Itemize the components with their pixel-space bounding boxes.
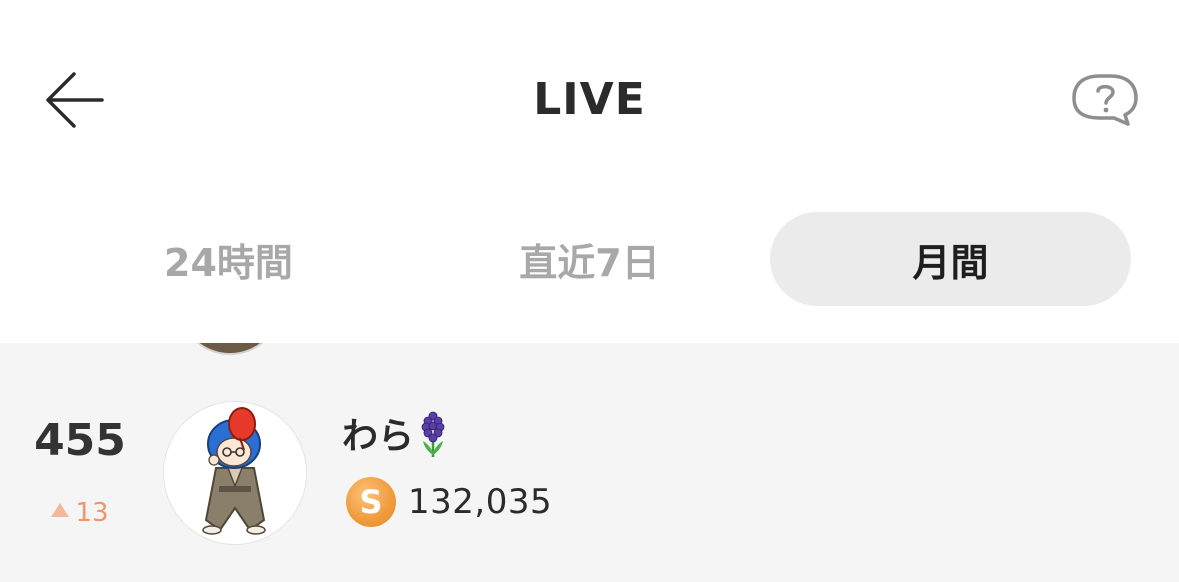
period-tabs: 24時間 直近7日 月間 [48, 212, 1131, 306]
tab-label: 直近7日 [519, 240, 660, 285]
page-title: LIVE [533, 74, 646, 125]
points-value: 132,035 [408, 482, 553, 522]
rank-change-value: 13 [75, 498, 109, 528]
rank-number: 455 [34, 415, 126, 466]
hyacinth-icon [421, 411, 445, 457]
back-button[interactable] [40, 66, 110, 136]
tab-monthly[interactable]: 月間 [770, 212, 1131, 306]
help-button[interactable] [1070, 72, 1140, 128]
tab-label: 月間 [912, 240, 989, 285]
coin-icon: S [346, 477, 396, 527]
rank-change: 13 [20, 495, 140, 531]
ranking-list[interactable]: 455 13 わら S 132,035 [0, 343, 1179, 582]
previous-row-avatar [183, 343, 277, 355]
ranking-row[interactable]: 455 13 わら S 132,035 [0, 393, 1179, 553]
avatar[interactable] [163, 401, 307, 545]
tab-label: 24時間 [164, 240, 293, 285]
arrow-left-icon [46, 72, 104, 128]
ranking-screen: LIVE 24時間 直近7日 月間 455 13 わら S 132,035 [0, 0, 1179, 582]
tab-24h[interactable]: 24時間 [48, 212, 409, 306]
rank-up-icon [51, 503, 70, 517]
question-bubble-icon [1072, 74, 1138, 126]
user-name[interactable]: わら [342, 415, 414, 459]
tab-7days[interactable]: 直近7日 [409, 212, 770, 306]
header: LIVE [0, 0, 1179, 200]
avatar-image [164, 402, 306, 544]
